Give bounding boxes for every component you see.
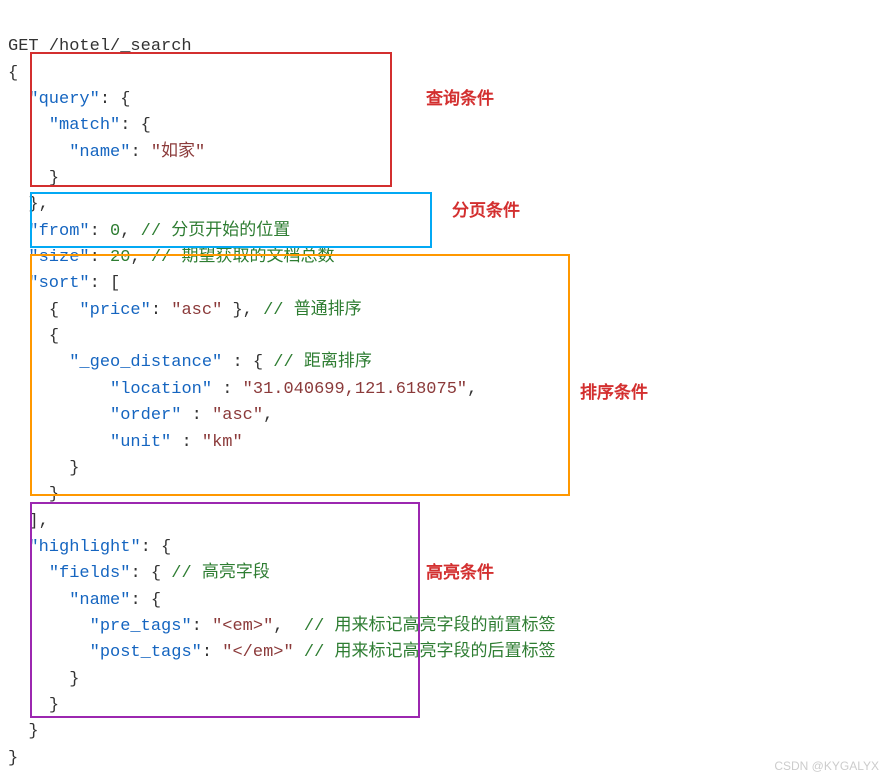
code-block: GET /hotel/_search { "query": { "match":… <box>8 8 879 772</box>
annotation-label-pagination: 分页条件 <box>452 198 520 224</box>
annotation-label-highlight: 高亮条件 <box>426 560 494 586</box>
annotation-label-sort: 排序条件 <box>580 380 648 406</box>
watermark: CSDN @KYGALYX <box>774 757 879 776</box>
request-line: GET /hotel/_search <box>8 37 192 56</box>
annotation-label-query: 查询条件 <box>426 86 494 112</box>
